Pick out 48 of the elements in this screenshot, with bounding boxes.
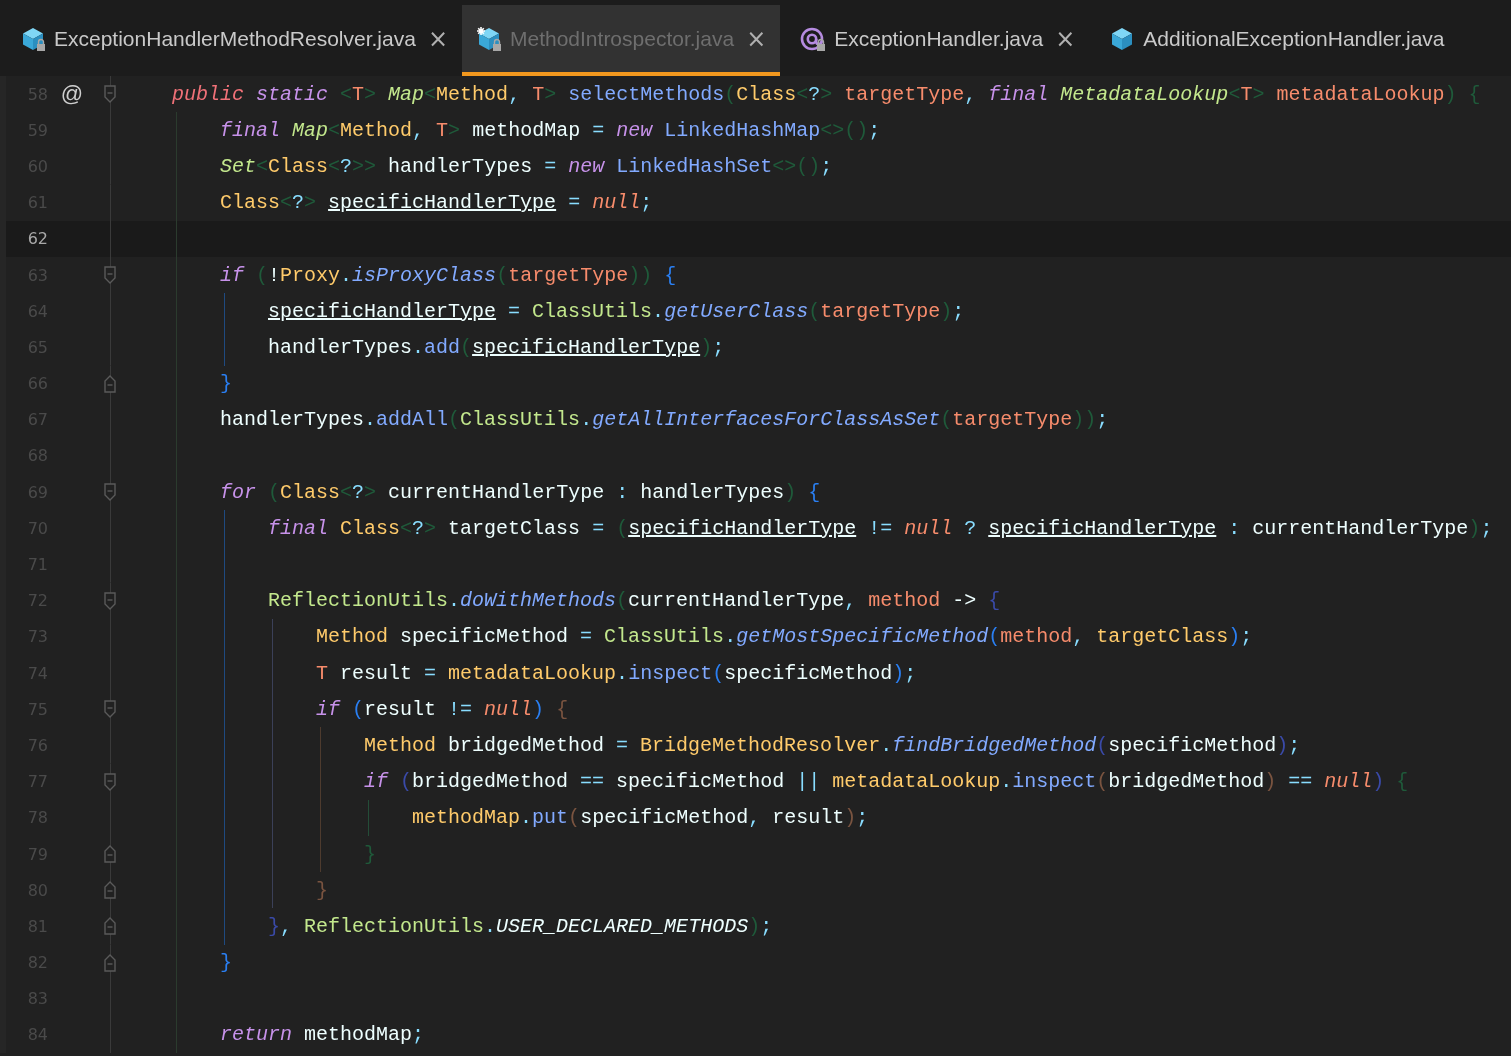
code-line: for (Class<?> currentHandlerType : handlerTypes) {	[220, 480, 821, 504]
fold-collapse-icon[interactable]	[103, 772, 117, 791]
code-line: Set<Class<?>> handlerTypes = new LinkedHashSet<>();	[220, 154, 833, 178]
editor-tab[interactable]: ExceptionHandlerMethodResolver.java ×	[0, 5, 462, 76]
close-button[interactable]: ×	[744, 24, 769, 53]
code-line: Method specificMethod = ClassUtils.getMostSpecificMethod(method, targetClass);	[316, 625, 1253, 649]
fold-collapse-icon[interactable]	[103, 266, 117, 285]
code-line: if (!Proxy.isProxyClass(targetType)) {	[220, 263, 677, 287]
code-line: if (bridgedMethod == specificMethod || metadataLookup.inspect(bridgedMethod) == null) {	[364, 770, 1409, 794]
tab-label: MethodIntrospector.java	[510, 26, 735, 51]
tab-label: ExceptionHandlerMethodResolver.java	[54, 26, 416, 51]
fold-end-icon[interactable]	[103, 881, 117, 900]
fold-collapse-icon[interactable]	[103, 85, 117, 104]
editor-tab[interactable]: MethodIntrospector.java ×	[462, 5, 781, 76]
code-line: T result = metadataLookup.inspect(specificMethod);	[316, 661, 917, 685]
editor-tab[interactable]: AdditionalExceptionHandler.java	[1089, 5, 1457, 76]
code-line: handlerTypes.add(specificHandlerType);	[268, 335, 725, 359]
indent-guide	[368, 799, 370, 836]
fold-collapse-icon[interactable]	[103, 591, 117, 610]
code-line: public static <T> Map<Method, T> selectMethods(Class<?> targetType, final MetadataLookup<T> metadataLookup) {	[172, 82, 1481, 106]
code-line: return methodMap;	[220, 1023, 425, 1047]
fold-end-icon[interactable]	[103, 374, 117, 393]
close-button[interactable]: ×	[425, 24, 450, 53]
code-line: }	[220, 372, 233, 396]
code-line: final Class<?> targetClass = (specificHandlerType != null ? specificHandlerType : currentHandlerType);	[268, 516, 1493, 540]
gutter-marker[interactable]: @	[60, 81, 84, 108]
fold-collapse-icon[interactable]	[103, 483, 117, 502]
code-line: }	[220, 951, 233, 975]
code-line: }	[364, 842, 377, 866]
code-line: specificHandlerType = ClassUtils.getUserClass(targetType);	[268, 299, 965, 323]
code-line: handlerTypes.addAll(ClassUtils.getAllInterfacesForClassAsSet(targetType));	[220, 408, 1109, 432]
fold-collapse-icon[interactable]	[103, 700, 117, 719]
line-number: 62	[26, 229, 48, 249]
fold-end-icon[interactable]	[103, 845, 117, 864]
code-line: ReflectionUtils.doWithMethods(currentHandlerType, method -> {	[268, 589, 1001, 613]
tab-label: ExceptionHandler.java	[834, 26, 1044, 51]
fold-end-icon[interactable]	[103, 953, 117, 972]
code-line: }	[316, 878, 329, 902]
fold-end-icon[interactable]	[103, 917, 117, 936]
tab-label: AdditionalExceptionHandler.java	[1143, 26, 1445, 51]
code-line: methodMap.put(specificMethod, result);	[412, 806, 869, 830]
code-line: }, ReflectionUtils.USER_DECLARED_METHODS);	[268, 914, 773, 938]
code-line: if (result != null) {	[316, 697, 569, 721]
editor-tab[interactable]: ExceptionHandler.java ×	[780, 5, 1090, 76]
code-line: Class<?> specificHandlerType = null;	[220, 191, 653, 215]
code-line: Method bridgedMethod = BridgeMethodResolver.findBridgedMethod(specificMethod);	[364, 733, 1301, 757]
close-button[interactable]: ×	[1053, 24, 1078, 53]
code-line: final Map<Method, T> methodMap = new LinkedHashMap<>();	[220, 118, 881, 142]
